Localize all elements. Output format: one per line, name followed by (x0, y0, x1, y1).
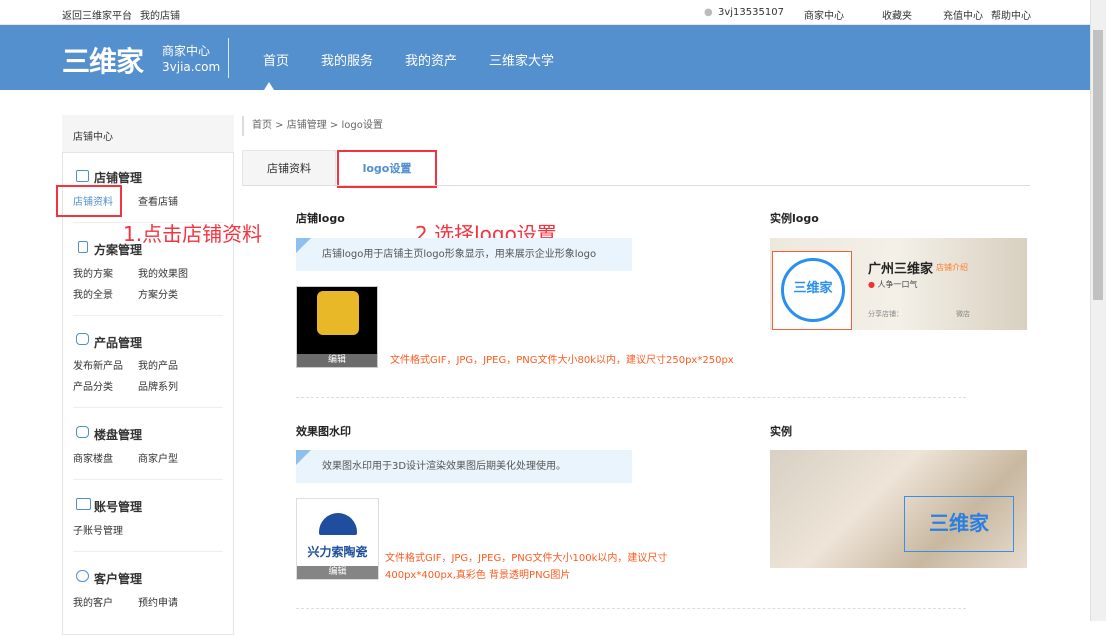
cube-icon (76, 333, 89, 345)
my-shop-link[interactable]: 我的店铺 (140, 7, 180, 22)
nav-my-services[interactable]: 我的服务 (321, 50, 373, 69)
shop-icon (76, 170, 89, 182)
location-icon: ● (868, 280, 875, 289)
group-product-management: 产品管理 (94, 336, 143, 350)
sidebar-item-plan-categories[interactable]: 方案分类 (138, 286, 178, 301)
nav-my-assets[interactable]: 我的资产 (405, 50, 457, 69)
sidebar-item-my-plans[interactable]: 我的方案 (73, 265, 113, 280)
customer-icon (76, 570, 89, 582)
tab-shop-info[interactable]: 店铺资料 (242, 150, 336, 186)
watermark-graphic (319, 513, 357, 535)
sidebar-item-merchant-properties[interactable]: 商家楼盘 (73, 450, 113, 465)
group-shop-management: 店铺管理 (94, 171, 143, 185)
section-title-example: 实例 (770, 425, 792, 438)
site-logo[interactable]: 三维家 (62, 40, 144, 80)
sidebar-item-view-shop[interactable]: 查看店铺 (138, 193, 178, 208)
group-account-management: 账号管理 (94, 500, 143, 514)
example-shop-intro: 店铺介绍 (936, 263, 968, 272)
sidebar-item-my-customers[interactable]: 我的客户 (73, 594, 113, 609)
favorites-menu[interactable]: 收藏夹 (882, 7, 912, 22)
tip-watermark: 效果图水印用于3D设计渲染效果图后期美化处理使用。 (296, 450, 632, 483)
recharge-link[interactable]: 充值中心 (943, 7, 983, 22)
example-shop-name: 广州三维家 (868, 262, 934, 277)
help-link[interactable]: 帮助中心 (991, 7, 1031, 22)
example-slogan: ● 人争一口气 (868, 280, 918, 289)
shop-logo-image[interactable]: 编辑 (296, 286, 378, 368)
top-bar: 返回三维家平台 我的店铺 ● 3vj13535107 商家中心 收藏夹 充值中心… (0, 0, 1090, 25)
annotation-step-1: 1.点击店铺资料 (123, 222, 263, 246)
sidebar-title: 店铺中心 (62, 115, 234, 153)
sidebar-item-product-categories[interactable]: 产品分类 (73, 378, 113, 393)
scrollbar-thumb[interactable] (1093, 30, 1103, 300)
nav-home[interactable]: 首页 (263, 50, 289, 69)
divider (73, 551, 223, 552)
divider (73, 315, 223, 316)
sidebar-item-brand-series[interactable]: 品牌系列 (138, 378, 178, 393)
watermark-format-note: 文件格式GIF，JPG，JPEG，PNG文件大小100k以内，建议尺寸400px… (385, 553, 668, 581)
sidebar-item-my-renders[interactable]: 我的效果图 (138, 265, 188, 280)
example-share: 分享店铺： (868, 310, 903, 318)
sidebar-item-sub-accounts[interactable]: 子账号管理 (73, 522, 123, 537)
sidebar-item-my-products[interactable]: 我的产品 (138, 357, 178, 372)
active-nav-caret (264, 82, 274, 90)
tab-underline (242, 185, 1030, 186)
cube-icon (76, 426, 89, 438)
tip-shop-logo: 店铺logo用于店铺主页logo形象显示，用来展示企业形象logo (296, 238, 632, 271)
breadcrumb: 首页 > 店铺管理 > logo设置 (242, 116, 383, 136)
edit-watermark-button[interactable]: 编辑 (297, 566, 378, 579)
example-wechat: 微店 (956, 310, 970, 318)
annotation-highlight-box (56, 185, 122, 217)
watermark-image[interactable]: 兴力索陶瓷 编辑 (296, 498, 379, 580)
example-watermark-overlay: 三维家 (904, 496, 1014, 552)
merchant-center-menu[interactable]: 商家中心 (804, 7, 844, 22)
example-logo-image: 三维家 广州三维家 店铺介绍 ● 人争一口气 分享店铺： 微店 (770, 238, 1027, 330)
id-card-icon (76, 498, 91, 510)
back-to-platform-link[interactable]: 返回三维家平台 (62, 7, 132, 22)
divider (73, 479, 223, 480)
divider (73, 407, 223, 408)
watermark-text: 兴力索陶瓷 (307, 545, 368, 559)
sidebar-item-my-panoramas[interactable]: 我的全景 (73, 286, 113, 301)
nav-university[interactable]: 三维家大学 (489, 50, 554, 69)
logo-domain: 3vjia.com (162, 60, 221, 74)
user-menu[interactable]: 3vj13535107 (718, 7, 784, 18)
section-divider (296, 608, 966, 609)
group-customer-management: 客户管理 (94, 572, 143, 586)
edit-logo-button[interactable]: 编辑 (297, 354, 377, 367)
group-property-management: 楼盘管理 (94, 428, 143, 442)
logo-format-note: 文件格式GIF，JPG，JPEG，PNG文件大小80k以内，建议尺寸250px*… (390, 355, 734, 366)
section-divider (296, 397, 966, 398)
sidebar-item-publish-product[interactable]: 发布新产品 (73, 357, 123, 372)
sidebar-item-merchant-floorplans[interactable]: 商家户型 (138, 450, 178, 465)
document-icon (78, 241, 88, 253)
sidebar-item-appointments[interactable]: 预约申请 (138, 594, 178, 609)
example-logo-frame: 三维家 (772, 251, 852, 330)
user-icon: ● (704, 7, 713, 18)
section-title-watermark: 效果图水印 (296, 425, 351, 438)
section-title-example-logo: 实例logo (770, 212, 819, 225)
tab-logo-settings[interactable]: logo设置 (337, 150, 437, 188)
section-title-shop-logo: 店铺logo (296, 212, 345, 225)
logo-subtitle: 商家中心 (162, 44, 211, 58)
divider (228, 38, 229, 78)
logo-graphic (317, 291, 359, 335)
example-logo-graphic: 三维家 (781, 258, 845, 322)
example-watermark-image: 三维家 (770, 450, 1027, 568)
